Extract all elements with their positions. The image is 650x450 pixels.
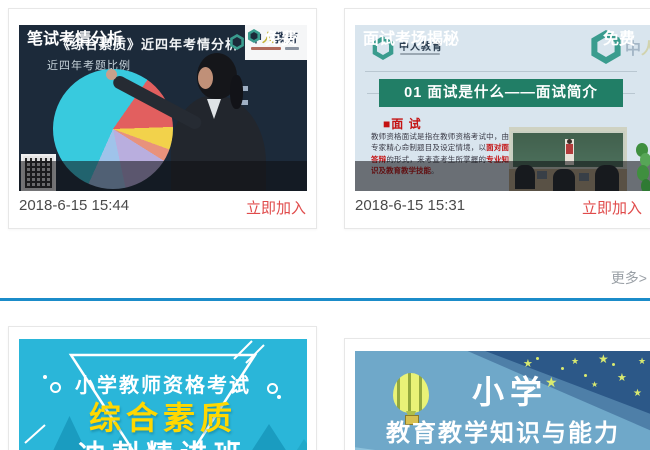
thumb-overlay-bar (19, 161, 307, 191)
course-banner-line3: 冲刺精讲班 (19, 433, 307, 450)
hot-air-balloon-icon (393, 373, 429, 413)
star-icon: ★ (598, 352, 609, 366)
join-now-link[interactable]: 立即加入 (582, 197, 642, 218)
video-date: 2018-6-15 15:44 (19, 197, 130, 214)
star-icon: ★ (571, 356, 580, 366)
join-now-link[interactable]: 立即加入 (246, 197, 306, 218)
star-icon: ★ (617, 372, 627, 384)
course-banner-line1: 小学 (471, 374, 548, 410)
video-card-interview[interactable]: 中人教育 中人 01 面试是什么——面试简介 ■面 试 教师资格面试是指在教师资… (344, 8, 650, 229)
thumb-overlay-bar (355, 161, 650, 191)
video-card-written-exam[interactable]: 《综合素质》近四年考情分析 近四年考题比例 中人教育 (8, 8, 317, 229)
star-dot (536, 357, 539, 360)
course-card-jiaoyu-zhishi[interactable]: ★ ★ ★ ★ ★ ★ ★ ★ 小学 教育教学知识与能力 (344, 338, 650, 450)
presenter-hand (106, 69, 117, 80)
video-title: 面试考场揭秘 (363, 31, 460, 48)
video-date: 2018-6-15 15:31 (355, 197, 466, 214)
star-icon: ★ (638, 356, 647, 366)
slide-banner-title: 01 面试是什么——面试简介 (379, 79, 623, 107)
star-icon: ★ (591, 380, 599, 389)
course-thumbnail-zonghesuzhi[interactable]: 小学教师资格考试 综合素质 冲刺精讲班 (19, 339, 307, 450)
slide-bullet-heading: ■面 试 (383, 117, 422, 131)
free-badge: 免费 (602, 31, 635, 48)
star-icon: ★ (633, 388, 642, 399)
separator-line (365, 71, 637, 72)
plant-decoration (636, 143, 650, 191)
video-thumbnail-interview[interactable]: 中人教育 中人 01 面试是什么——面试简介 ■面 试 教师资格面试是指在教师资… (355, 25, 650, 191)
presenter-face (198, 67, 213, 89)
star-dot (584, 374, 587, 377)
course-banner-line2: 教育教学知识与能力 (386, 420, 620, 447)
video-thumbnail-written-exam[interactable]: 《综合素质》近四年考情分析 近四年考题比例 中人教育 (19, 25, 307, 191)
star-dot (612, 363, 615, 366)
section-divider (0, 298, 650, 301)
course-card-zonghesuzhi[interactable]: 小学教师资格考试 综合素质 冲刺精讲班 (8, 326, 317, 450)
more-link[interactable]: 更多> (611, 268, 647, 288)
presenter-hair (230, 75, 243, 109)
course-thumbnail-jiaoyu-zhishi[interactable]: ★ ★ ★ ★ ★ ★ ★ ★ 小学 教育教学知识与能力 (355, 351, 650, 450)
free-badge: 免费 (264, 31, 297, 48)
video-title: 笔试考情分析 (27, 31, 124, 48)
course-list-page: 《综合素质》近四年考情分析 近四年考题比例 中人教育 (0, 0, 650, 450)
